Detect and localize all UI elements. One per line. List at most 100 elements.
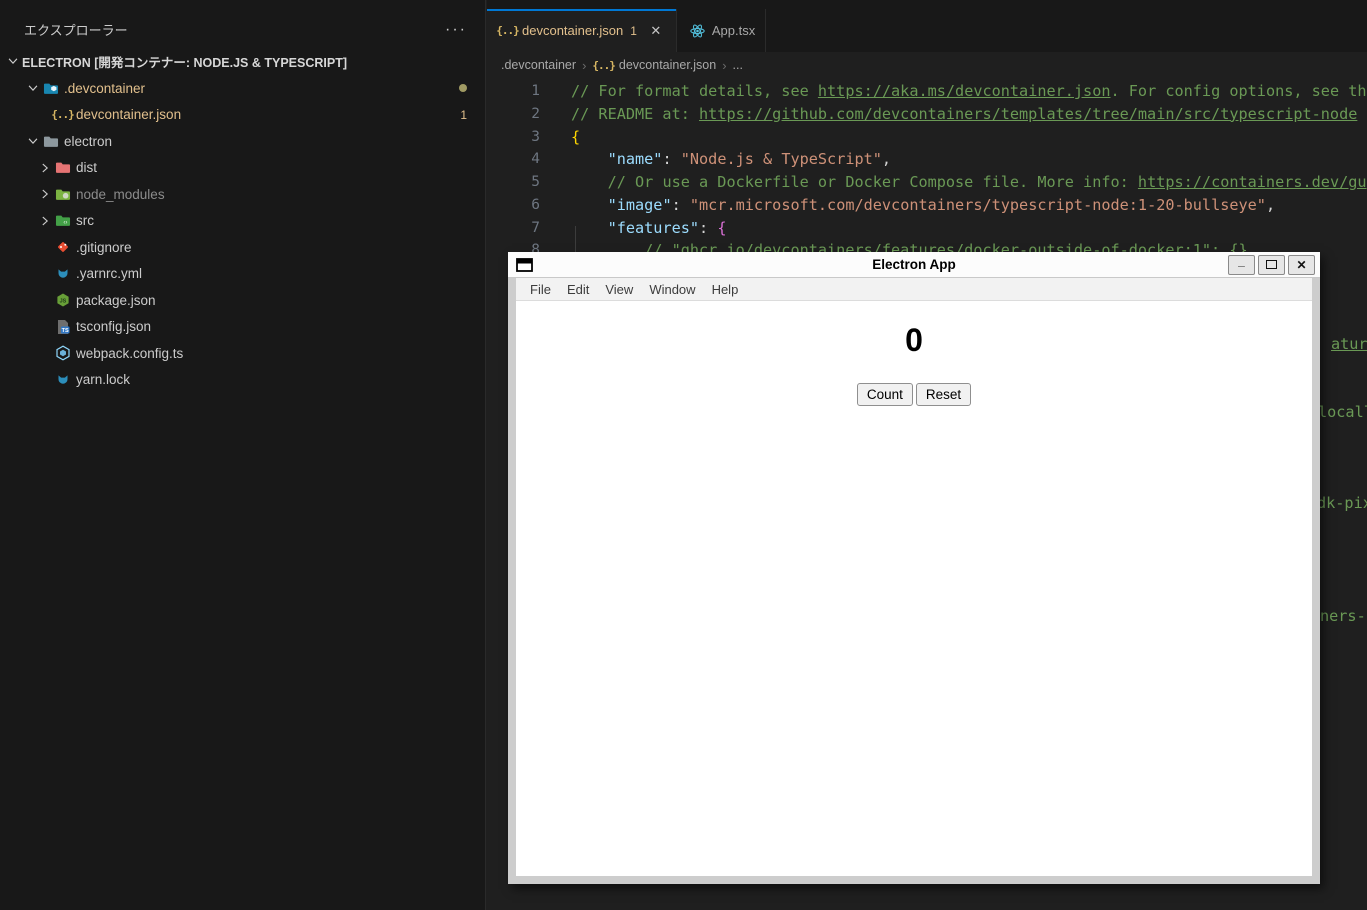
breadcrumb-separator: › [582,57,587,73]
tree-item--devcontainer[interactable]: .devcontainer [0,75,485,102]
comment-link[interactable]: https://github.com/devcontainers/templat… [699,105,1357,123]
tree-item-label: dist [76,160,98,176]
window-title: Electron App [872,257,956,272]
maximize-button[interactable] [1258,254,1285,275]
react-icon [689,23,706,39]
file-tree: .devcontainer {..} devcontainer.json 1 elect… [0,75,485,393]
explorer-header: エクスプローラー ··· [0,0,485,47]
menu-view[interactable]: View [597,280,641,299]
code-line-5: 5 // Or use a Dockerfile or Docker Compo… [487,171,1367,194]
comment-link[interactable]: https://containers.dev/gu [1138,173,1367,191]
line-number: 4 [531,151,540,168]
tree-item-tsconfig-json[interactable]: TS tsconfig.json [0,314,485,341]
line-text: // README at: https://github.com/devcont… [540,103,1357,126]
reset-button[interactable]: Reset [915,383,972,406]
tree-item-label: node_modules [76,186,165,202]
chevron-right-icon [36,160,54,176]
tree-item-electron[interactable]: electron [0,128,485,155]
tree-item-label: .gitignore [76,239,132,255]
tab-close-icon[interactable]: ✕ [646,21,666,41]
token: "Node.js & TypeScript" [680,150,882,169]
tree-item-webpack-config-ts[interactable]: webpack.config.ts [0,340,485,367]
breadcrumb-symbol[interactable]: ... [733,58,743,72]
code-line-6: 6 "image": "mcr.microsoft.com/devcontain… [487,194,1367,217]
tree-item--yarnrc-yml[interactable]: .yarnrc.yml [0,261,485,288]
tree-item-label: src [76,213,94,229]
tab-label: App.tsx [711,23,756,38]
menu-help[interactable]: Help [704,280,747,299]
code-line-3: 3{ [487,126,1367,149]
breadcrumb-separator: › [722,57,727,73]
folder-src-icon: ‹› [54,213,71,229]
tab-app-tsx[interactable]: App.tsx [677,9,767,52]
line-text: { [540,126,580,149]
token: , [1265,195,1276,214]
menu-file[interactable]: File [522,280,559,299]
line-number: 1 [531,83,540,99]
token: { [717,218,727,237]
counter-value: 0 [905,322,923,358]
menu-edit[interactable]: Edit [559,280,597,299]
tree-item--gitignore[interactable]: .gitignore [0,234,485,261]
comment-link[interactable]: https://aka.ms/devcontainer.json [818,82,1111,100]
tree-item-label: webpack.config.ts [76,345,184,361]
json-icon: {..} [592,58,615,72]
close-button[interactable]: ✕ [1288,254,1315,275]
tree-item-label: devcontainer.json [76,107,182,123]
ts-icon: TS [54,319,71,335]
tree-item-src[interactable]: ‹› src [0,208,485,235]
line-number: 7 [531,219,540,236]
chevron-down-icon [24,80,42,96]
tree-item-package-json[interactable]: JS package.json [0,287,485,314]
window-titlebar[interactable]: Electron App _ ✕ [508,252,1320,278]
window-body: File Edit View Window Help 0 Count Reset [508,278,1320,884]
more-actions-icon[interactable]: ··· [445,21,467,37]
code-line-1: 1// For format details, see https://aka.… [487,80,1367,103]
token: { [571,127,581,146]
folder-node-icon [54,186,71,202]
breadcrumb-file[interactable]: devcontainer.json [619,58,716,72]
json-icon: {..} [51,108,74,122]
code-line-7: 7 "features": { [487,217,1367,240]
modified-dot-badge [459,84,467,93]
app-window-icon [516,257,533,272]
chevron-down-icon [6,54,20,68]
token: : [699,218,718,237]
window-controls: _ ✕ [1228,254,1315,275]
tree-item-devcontainer-json[interactable]: {..} devcontainer.json 1 [0,102,485,129]
chevron-right-icon [36,186,54,202]
token: "mcr.microsoft.com/devcontainers/typescr… [689,195,1266,214]
workspace-section-header[interactable]: ELECTRON [開発コンテナー: NODE.JS & TYPESCRIPT] [0,47,485,75]
token: // Or use a Dockerfile or Docker Compose… [607,173,1138,191]
line-text: // Or use a Dockerfile or Docker Compose… [540,171,1367,194]
app-menu-bar: File Edit View Window Help [516,278,1312,301]
tree-item-yarn-lock[interactable]: yarn.lock [0,367,485,394]
tree-item-label: package.json [76,292,156,308]
line-number: 3 [531,128,540,145]
tab-label: devcontainer.json [522,23,624,38]
explorer-sidebar: エクスプローラー ··· ELECTRON [開発コンテナー: NODE.JS … [0,0,486,910]
menu-window[interactable]: Window [641,280,703,299]
chevron-down-icon [24,133,42,149]
line-text: // For format details, see https://aka.m… [540,80,1367,103]
minimize-button[interactable]: _ [1228,254,1255,275]
line-text: "image": "mcr.microsoft.com/devcontainer… [540,194,1276,217]
electron-app-window[interactable]: Electron App _ ✕ File Edit View Window Help … [508,252,1320,884]
tree-item-node-modules[interactable]: node_modules [0,181,485,208]
count-button[interactable]: Count [856,383,913,406]
tree-item-dist[interactable]: dist [0,155,485,182]
token: "name" [607,150,663,169]
token: "features" [607,218,700,237]
token: // README at: [571,104,700,123]
breadcrumb-folder[interactable]: .devcontainer [501,58,576,72]
code-editor[interactable]: 1// For format details, see https://aka.… [487,78,1367,340]
json-icon: {..} [496,24,519,37]
node-icon: JS [54,292,71,308]
tab-devcontainer-json[interactable]: {..} devcontainer.json 1 ✕ [487,9,677,52]
git-change-badge: 1 [460,107,467,122]
tree-item-label: .devcontainer [64,80,146,96]
